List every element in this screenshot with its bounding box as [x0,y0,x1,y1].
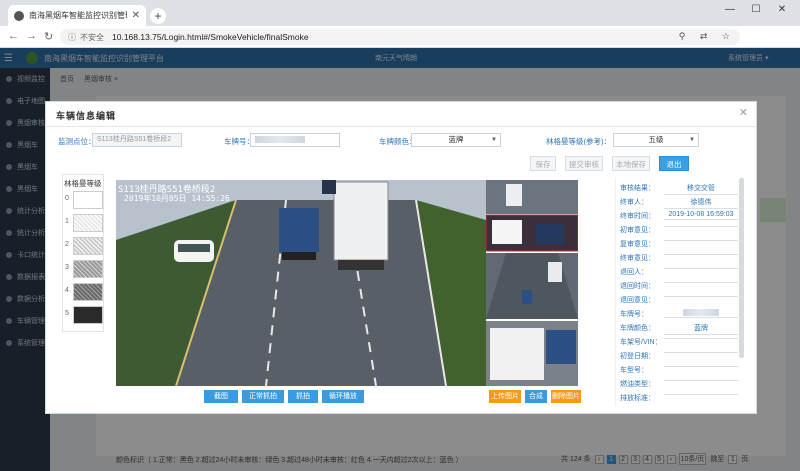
local-save-button[interactable]: 本地保存 [612,156,650,171]
ringelmann-value: 五级 [648,135,664,144]
modal-divider [46,126,756,127]
normal-capture-button[interactable]: 正常抓拍 [242,390,284,403]
info-row: 排放标准： [616,390,740,404]
plate-number-field[interactable] [250,133,340,147]
info-row: 终审意见： [616,250,740,264]
grade-option[interactable]: 5 [65,306,103,324]
address-bar-row: ← → ↻ ⓘ 不安全 10.168.13.75/Login.html#/Smo… [0,26,800,70]
compose-button[interactable]: 合成 [525,390,547,403]
info-row: 终审人： 徐德伟 [616,194,740,209]
browser-tab-bar: 南海黑烟车智能监控识别管理平台 ✕ + — ☐ ✕ [0,0,800,26]
back-icon[interactable]: ← [8,30,19,42]
grade-option[interactable]: 3 [65,260,103,278]
submit-review-button[interactable]: 提交审核 [565,156,603,171]
screenshot-button[interactable]: 截图 [204,390,238,403]
new-tab-button[interactable]: + [150,8,166,24]
info-row: 退回人： [616,264,740,278]
grade-option[interactable]: 4 [65,283,103,301]
chevron-down-icon: ▼ [689,137,695,143]
info-row: 车型号： [616,362,740,376]
close-tab-icon[interactable]: ✕ [132,10,140,21]
upload-image-button[interactable]: 上传图片 [489,390,521,403]
url-text: 10.168.13.75/Login.html#/SmokeVehicle/fi… [112,32,309,42]
browser-tab-title: 南海黑烟车智能监控识别管理平台 [29,11,127,20]
exit-button[interactable]: 退出 [659,156,689,171]
masked-plate-value [683,309,719,316]
ringelmann-label: 林格曼等级(参考)： [546,137,611,146]
review-info-panel: 审核结果： 移交交管 终审人： 徐德伟 终审时间： 2019-10-08 16:59:… [615,178,743,406]
capture-thumbnails [486,180,578,386]
grade-option[interactable]: 0 [65,191,103,209]
maximize-window-icon[interactable]: ☐ [744,4,768,15]
location-field[interactable]: S113桂丹路S51卷桥段2 [92,133,182,147]
camera-overlay-timestamp: 2019年10月05日 14:55:26 [124,194,230,203]
info-row: 退回意见： [616,292,740,306]
info-row: 终审时间： 2019-10-08 16:59:03 [616,208,740,222]
chevron-down-icon: ▼ [491,137,497,143]
info-panel-scrollbar[interactable] [739,178,744,358]
not-secure-label: 不安全 [80,32,104,42]
close-window-icon[interactable]: ✕ [770,4,794,15]
masked-plate-value [255,135,305,143]
info-row: 审核结果： 移交交管 [616,180,740,195]
info-row: 复审意见： [616,236,740,250]
ringelmann-grade-panel: 林格曼等级 0 1 2 3 4 5 [62,174,104,332]
info-row: 车架号/VIN： [616,334,740,348]
grade-swatch [73,214,103,232]
browser-tab[interactable]: 南海黑烟车智能监控识别管理平台 ✕ [8,5,146,26]
omnibox-action-icons[interactable]: ⚲ ⇄ ☆ [679,31,736,42]
site-favicon-icon [14,10,24,21]
vehicle-edit-modal: 车辆信息编辑 ✕ 监测点位： S113桂丹路S51卷桥段2 车牌号： 车牌颜色：… [45,101,757,414]
loop-play-button[interactable]: 循环播放 [322,390,364,403]
grade-option[interactable]: 2 [65,237,103,255]
ringelmann-select[interactable]: 五级 ▼ [613,133,699,147]
url-field[interactable]: ⓘ 不安全 10.168.13.75/Login.html#/SmokeVehi… [60,29,740,45]
plate-color-value: 蓝牌 [448,135,464,144]
grade-swatch [73,283,103,301]
info-row: 初登日期： [616,348,740,362]
main-camera-image[interactable]: S113桂丹路S51卷桥段2 2019年10月05日 14:55:26 [116,180,486,386]
grade-option[interactable]: 1 [65,214,103,232]
reload-icon[interactable]: ↻ [44,30,53,43]
delete-image-button[interactable]: 删除图片 [551,390,581,403]
info-row: 初审意见： [616,222,740,236]
info-row: 车牌颜色： 蓝牌 [616,320,740,335]
modal-close-icon[interactable]: ✕ [739,106,748,119]
info-row: 退回时间： [616,278,740,292]
info-row: 燃油类型： [616,376,740,390]
forward-icon[interactable]: → [26,30,37,42]
save-button[interactable]: 保存 [530,156,556,171]
location-label: 监测点位： [58,137,96,146]
minimize-window-icon[interactable]: — [718,4,742,15]
info-icon[interactable]: ⓘ [68,32,76,43]
info-row: 车牌号： [616,306,740,320]
grade-swatch [73,306,103,324]
modal-title: 车辆信息编辑 [56,111,117,121]
capture-button[interactable]: 抓拍 [288,390,318,403]
grade-panel-title: 林格曼等级 [64,179,102,188]
grade-swatch [73,191,103,209]
grade-swatch [73,237,103,255]
plate-color-select[interactable]: 蓝牌 ▼ [411,133,501,147]
grade-swatch [73,260,103,278]
